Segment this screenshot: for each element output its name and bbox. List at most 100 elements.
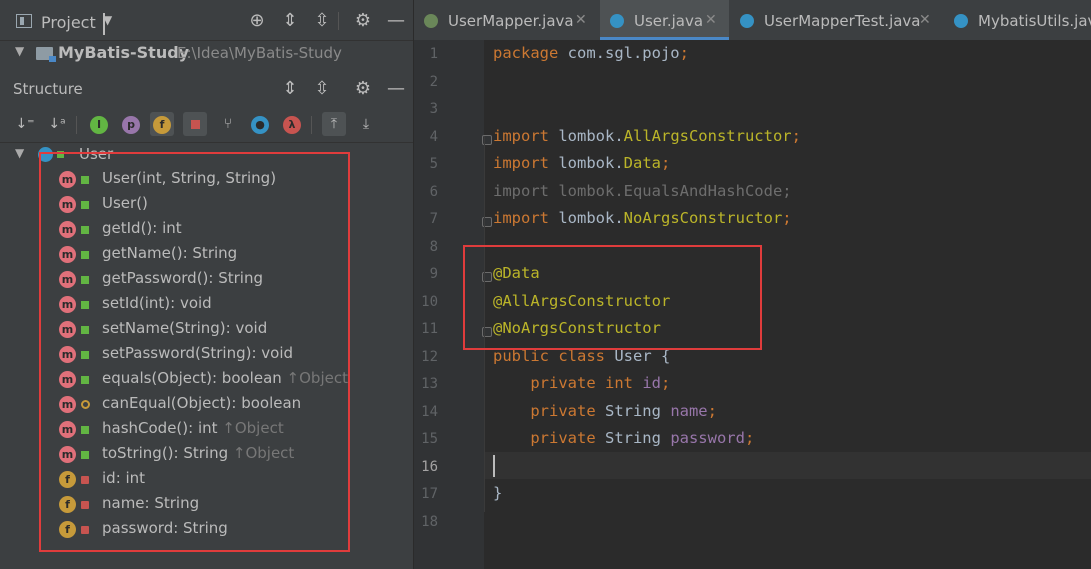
project-window-icon xyxy=(16,14,32,28)
project-root-row[interactable]: ▼ MyBatis-Study E:\Idea\MyBatis-Study xyxy=(0,40,414,68)
line-number: 4 xyxy=(429,128,438,145)
tab-label: MybatisUtils.java xyxy=(978,12,1091,30)
line-number: 9 xyxy=(429,266,438,282)
collapse-all-icon[interactable]: ⇳ xyxy=(310,11,334,31)
minimize-icon[interactable]: — xyxy=(384,11,408,31)
show-inherited-icon[interactable]: I xyxy=(87,112,111,136)
code-token: ; xyxy=(679,44,689,62)
code-token: ; xyxy=(782,209,792,227)
java-file-icon xyxy=(424,14,438,28)
code-token: import lombok.EqualsAndHashCode; xyxy=(493,181,792,200)
code-token: AllArgsConstructor xyxy=(623,126,792,145)
code-line: private String name; xyxy=(493,402,717,420)
code-line: } xyxy=(493,484,502,502)
highlight-box-annotations xyxy=(463,245,762,350)
chevron-down-icon[interactable]: ▼ xyxy=(103,13,112,35)
code-token: com.sgl.pojo xyxy=(567,44,680,62)
structure-header: Structure ⇕ ⇳ ⚙ — xyxy=(0,76,414,104)
code-line: import lombok.NoArgsConstructor; xyxy=(493,209,792,227)
code-token: String xyxy=(604,401,671,420)
line-number: 5 xyxy=(429,156,438,172)
line-number: 6 xyxy=(429,183,438,200)
line-number: 15 xyxy=(421,431,438,447)
line-number: 17 xyxy=(421,486,438,502)
line-number: 12 xyxy=(421,348,438,365)
code-token: ; xyxy=(791,126,801,145)
highlight-box-structure xyxy=(39,152,350,552)
current-line-highlight xyxy=(484,452,1091,479)
code-token: Data xyxy=(623,154,661,172)
expand-all-icon[interactable]: ⇕ xyxy=(278,79,302,99)
code-token: ; xyxy=(707,401,717,420)
line-number: 7 xyxy=(429,211,438,227)
gear-icon[interactable]: ⚙ xyxy=(351,11,375,31)
code-line: import lombok.AllArgsConstructor; xyxy=(493,127,801,145)
show-lambdas-icon[interactable]: λ xyxy=(280,112,304,136)
editor-tab[interactable]: MybatisUtils.java xyxy=(944,0,1091,40)
show-lambdas-tree-icon[interactable]: ⑂ xyxy=(216,112,240,136)
code-token: import xyxy=(493,126,559,145)
autoscroll-from-source-icon[interactable]: ⤓ xyxy=(354,112,378,136)
java-file-icon xyxy=(954,14,968,28)
show-non-public-icon[interactable] xyxy=(183,112,207,136)
editor-tab[interactable]: UserMapper.java ✕ xyxy=(414,0,599,40)
line-number: 10 xyxy=(421,293,438,310)
close-icon[interactable]: ✕ xyxy=(575,12,587,28)
editor-tab[interactable]: UserMapperTest.java ✕ xyxy=(730,0,943,40)
line-number: 8 xyxy=(429,238,438,255)
close-icon[interactable]: ✕ xyxy=(919,12,931,28)
code-token: ; xyxy=(660,374,671,392)
close-icon[interactable]: ✕ xyxy=(705,12,717,28)
collapse-all-icon[interactable]: ⇳ xyxy=(310,79,334,99)
toolbar-separator xyxy=(76,116,77,134)
anonymous-classes-icon[interactable]: ● xyxy=(248,112,272,136)
code-token: private int xyxy=(530,374,643,392)
editor-tabs: UserMapper.java ✕ User.java ✕ UserMapperTest… xyxy=(414,0,1091,41)
code-token: lombok. xyxy=(558,209,624,227)
autoscroll-to-source-icon[interactable]: ⤒ xyxy=(322,112,346,136)
structure-toolbar: ↓⁼ ↓ᵃ I p f ⑂ ● λ ⤒ ⤓ xyxy=(0,106,414,143)
code-token: NoArgsConstructor xyxy=(623,209,783,227)
locate-icon[interactable]: ⊕ xyxy=(245,11,269,31)
code-token: name xyxy=(670,401,708,420)
text-caret xyxy=(493,455,495,477)
code-token: import xyxy=(493,209,559,227)
code-token: lombok. xyxy=(558,126,624,145)
code-line: private int id; xyxy=(493,374,670,392)
code-token: ; xyxy=(744,429,755,447)
show-properties-icon[interactable]: p xyxy=(119,112,143,136)
line-number: 14 xyxy=(421,403,438,420)
line-number: 1 xyxy=(429,46,438,62)
code-line: import lombok.Data; xyxy=(493,154,670,172)
line-number: 18 xyxy=(421,513,438,530)
tab-label: User.java xyxy=(634,12,704,30)
chevron-down-icon[interactable]: ▼ xyxy=(15,146,24,160)
tab-label: UserMapperTest.java xyxy=(764,12,921,30)
expand-all-icon[interactable]: ⇕ xyxy=(278,11,302,31)
code-line: import lombok.EqualsAndHashCode; xyxy=(493,182,792,200)
structure-title: Structure xyxy=(13,80,83,98)
project-name: MyBatis-Study xyxy=(58,43,190,62)
java-file-icon xyxy=(610,14,624,28)
line-number: 3 xyxy=(429,101,438,117)
code-token: } xyxy=(493,484,503,502)
gear-icon[interactable]: ⚙ xyxy=(351,79,375,99)
line-number: 2 xyxy=(429,73,438,90)
project-path: E:\Idea\MyBatis-Study xyxy=(177,44,342,62)
chevron-down-icon[interactable]: ▼ xyxy=(15,44,24,58)
sort-alphabetically-icon[interactable]: ↓ᵃ xyxy=(45,112,69,136)
project-title[interactable]: Project xyxy=(41,13,96,32)
editor-tab[interactable]: User.java ✕ xyxy=(600,0,729,40)
toolbar-separator xyxy=(338,12,339,30)
module-folder-icon xyxy=(36,47,56,62)
code-line: private String password; xyxy=(493,429,754,447)
sort-by-visibility-icon[interactable]: ↓⁼ xyxy=(13,112,37,136)
line-number: 13 xyxy=(421,376,438,392)
java-file-icon xyxy=(740,14,754,28)
project-header: Project ▼ ⊕ ⇕ ⇳ ⚙ — xyxy=(0,0,414,41)
show-fields-icon[interactable]: f xyxy=(150,112,174,136)
toolbar-separator xyxy=(311,116,312,134)
